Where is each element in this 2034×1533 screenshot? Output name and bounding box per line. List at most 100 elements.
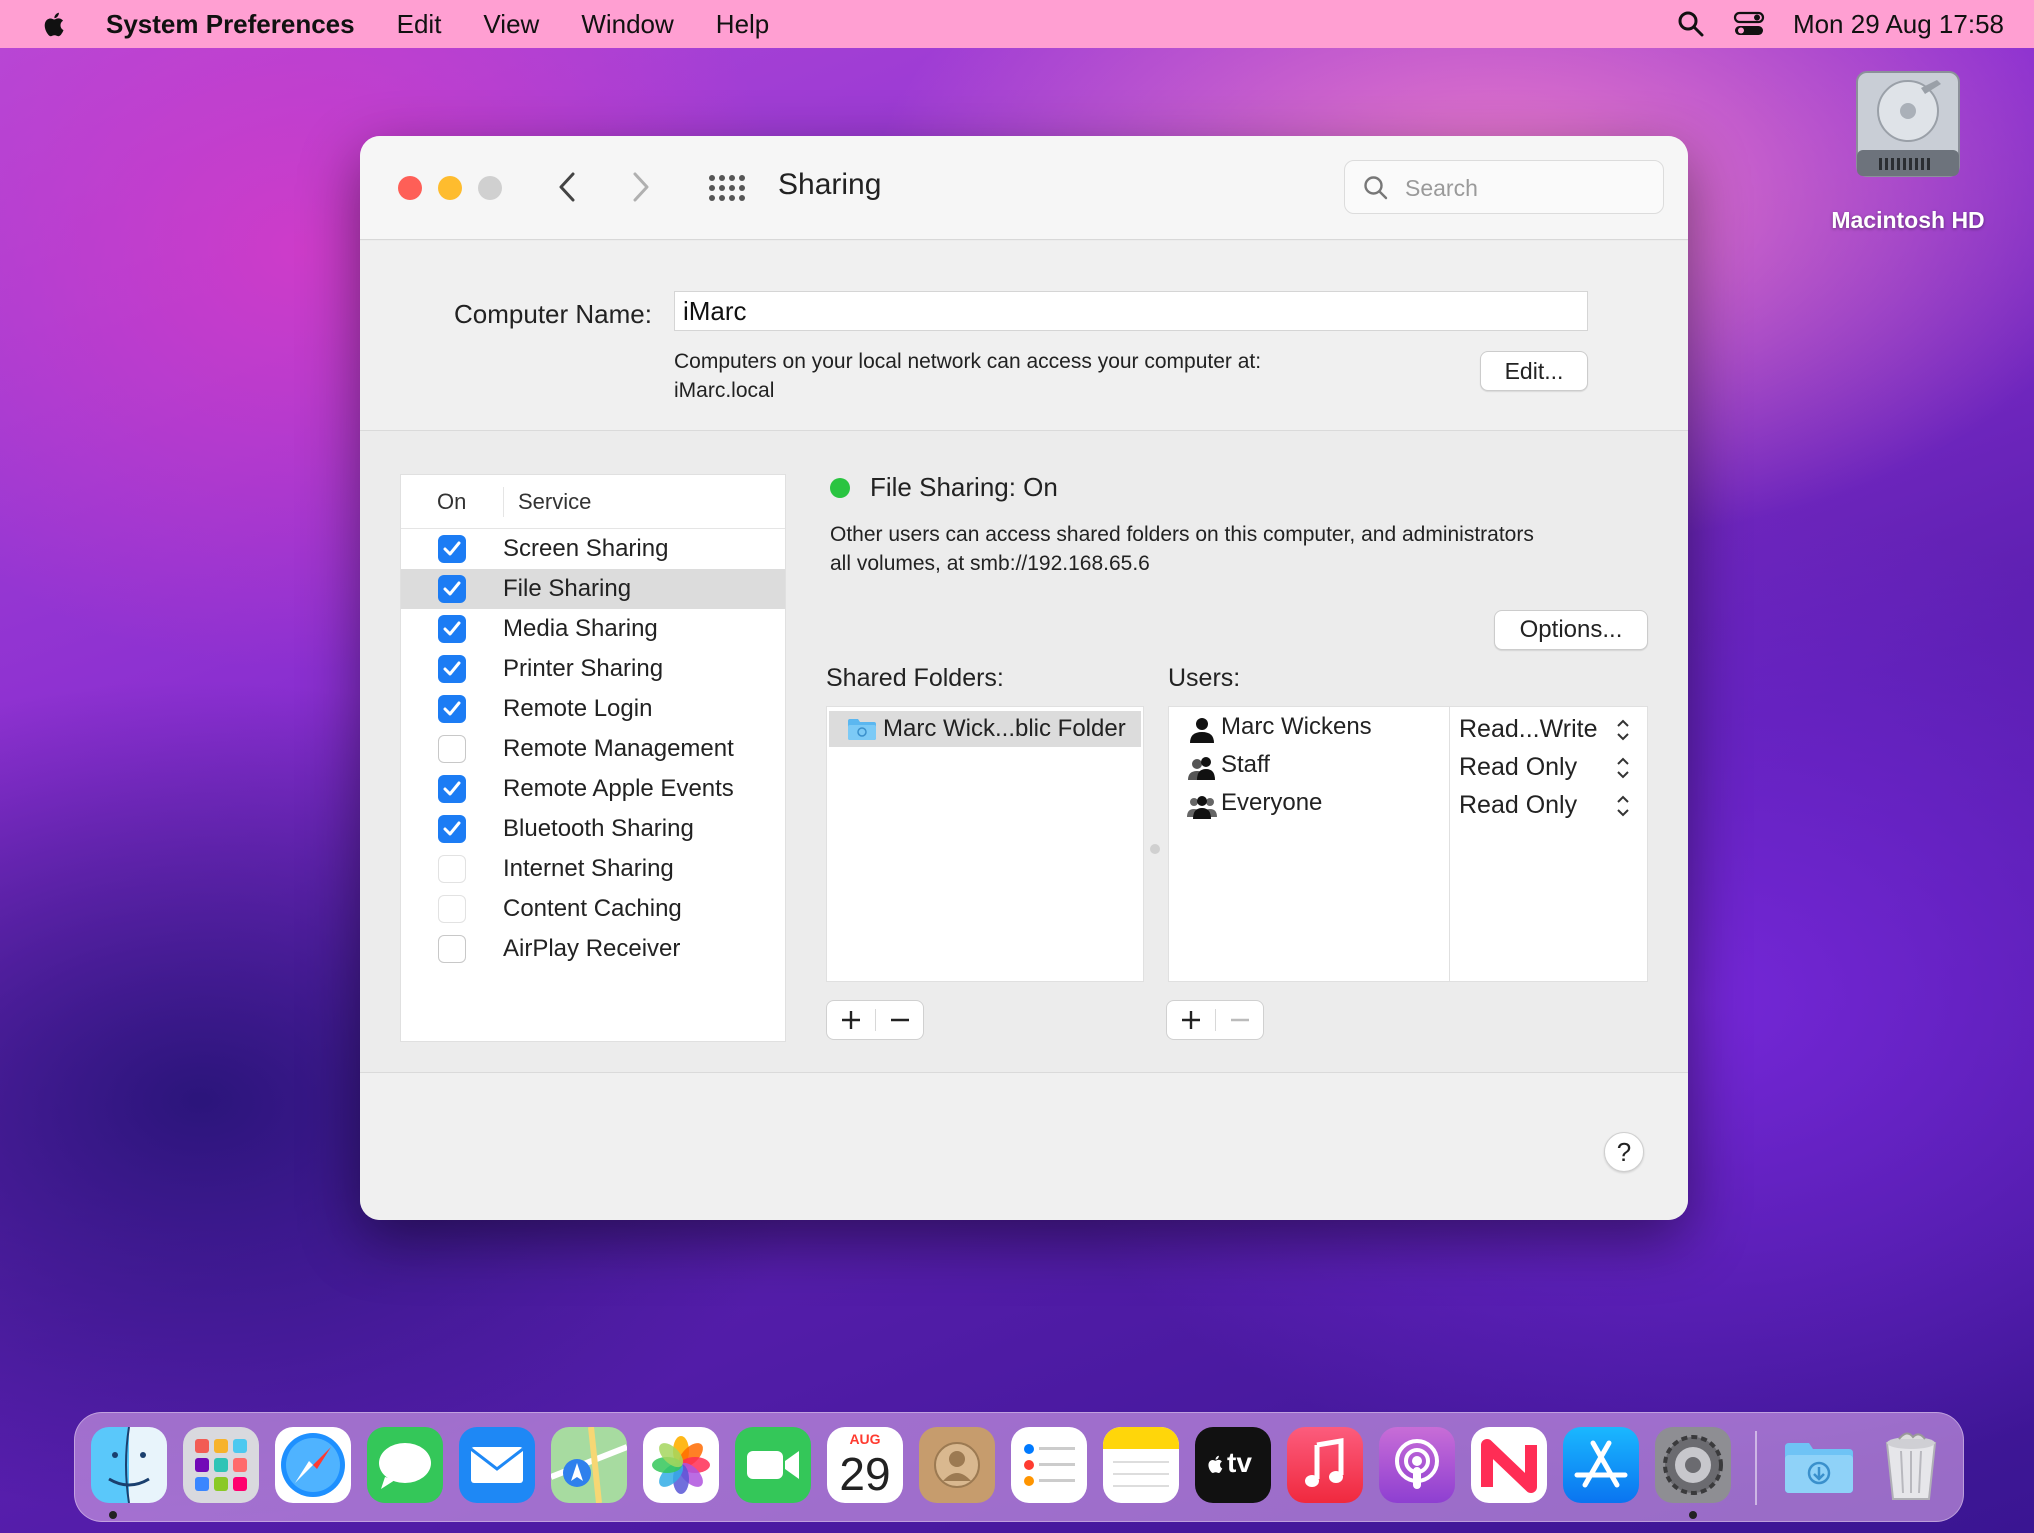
description-line-2: all volumes, at smb://192.168.65.6 xyxy=(830,552,1150,575)
edit-button[interactable]: Edit... xyxy=(1480,351,1588,391)
dock-tv[interactable]: tv xyxy=(1195,1427,1271,1503)
dock-contacts[interactable] xyxy=(919,1427,995,1503)
dock-trash[interactable] xyxy=(1873,1427,1949,1503)
service-checkbox[interactable] xyxy=(438,735,466,763)
service-list-header: On Service xyxy=(401,475,785,529)
service-checkbox[interactable] xyxy=(438,695,466,723)
permission-select[interactable]: Read Only xyxy=(1459,791,1577,820)
bottom-pane xyxy=(360,1072,1688,1220)
close-button[interactable] xyxy=(398,176,422,200)
service-label: Remote Apple Events xyxy=(503,775,734,802)
service-row[interactable]: Remote Management xyxy=(401,729,785,769)
service-row[interactable]: Internet Sharing xyxy=(401,849,785,889)
permission-select[interactable]: Read...Write xyxy=(1459,715,1597,744)
checkmark-icon xyxy=(443,781,461,796)
split-view-handle[interactable] xyxy=(1150,844,1160,854)
dock-podcasts[interactable] xyxy=(1379,1427,1455,1503)
dock-safari[interactable] xyxy=(275,1427,351,1503)
dock-music[interactable] xyxy=(1287,1427,1363,1503)
column-header-service[interactable]: Service xyxy=(504,489,591,515)
spotlight-search-icon[interactable] xyxy=(1677,10,1705,38)
service-row[interactable]: Printer Sharing xyxy=(401,649,785,689)
forward-chevron-icon[interactable] xyxy=(630,170,652,204)
dock-mail[interactable] xyxy=(459,1427,535,1503)
dock-reminders[interactable] xyxy=(1011,1427,1087,1503)
add-folder-button[interactable] xyxy=(827,1001,875,1039)
zoom-button[interactable] xyxy=(478,176,502,200)
menu-view[interactable]: View xyxy=(483,9,539,40)
service-checkbox[interactable] xyxy=(438,855,466,883)
facetime-camera-icon xyxy=(747,1451,799,1479)
service-row[interactable]: AirPlay Receiver xyxy=(401,929,785,969)
dock-launchpad[interactable] xyxy=(183,1427,259,1503)
apple-menu-icon[interactable] xyxy=(40,9,70,39)
service-row[interactable]: Remote Login xyxy=(401,689,785,729)
up-down-chevron-icon[interactable] xyxy=(1615,793,1631,819)
user-row[interactable]: Marc Wickens Read...Write xyxy=(1169,711,1649,749)
desktop-drive[interactable]: Macintosh HD xyxy=(1828,66,1988,234)
checkmark-icon xyxy=(443,821,461,836)
service-row[interactable]: Content Caching xyxy=(401,889,785,929)
menu-help[interactable]: Help xyxy=(716,9,769,40)
service-checkbox[interactable] xyxy=(438,775,466,803)
column-header-on[interactable]: On xyxy=(401,486,504,517)
service-checkbox[interactable] xyxy=(438,935,466,963)
dock-photos[interactable] xyxy=(643,1427,719,1503)
dock-messages[interactable] xyxy=(367,1427,443,1503)
menu-app-name[interactable]: System Preferences xyxy=(106,9,355,40)
address-description: Computers on your local network can acce… xyxy=(674,350,1262,373)
dock-news[interactable] xyxy=(1471,1427,1547,1503)
service-checkbox[interactable] xyxy=(438,575,466,603)
computer-name-field[interactable] xyxy=(674,291,1588,331)
service-checkbox[interactable] xyxy=(438,655,466,683)
control-center-icon[interactable] xyxy=(1733,10,1765,38)
up-down-chevron-icon[interactable] xyxy=(1615,717,1631,743)
remove-folder-button[interactable] xyxy=(876,1001,924,1039)
dock-maps[interactable] xyxy=(551,1427,627,1503)
dock-finder[interactable] xyxy=(91,1427,167,1503)
menu-window[interactable]: Window xyxy=(581,9,673,40)
user-row[interactable]: Everyone Read Only xyxy=(1169,787,1649,825)
safari-compass-icon xyxy=(281,1433,345,1497)
add-user-button[interactable] xyxy=(1167,1001,1215,1039)
menu-edit[interactable]: Edit xyxy=(397,9,442,40)
service-checkbox[interactable] xyxy=(438,815,466,843)
help-button[interactable]: ? xyxy=(1604,1132,1644,1172)
calendar-month: AUG xyxy=(849,1431,881,1447)
dock-calendar[interactable]: AUG 29 xyxy=(827,1427,903,1503)
user-name: Marc Wickens xyxy=(1221,713,1372,740)
service-label: Screen Sharing xyxy=(503,535,669,562)
service-row[interactable]: File Sharing xyxy=(401,569,785,609)
remove-user-button[interactable] xyxy=(1216,1001,1264,1039)
service-checkbox[interactable] xyxy=(438,615,466,643)
dock-downloads[interactable] xyxy=(1781,1427,1857,1503)
folder-row[interactable]: Marc Wick...blic Folder xyxy=(829,711,1141,747)
dock-system-preferences[interactable] xyxy=(1655,1427,1731,1503)
dock-facetime[interactable] xyxy=(735,1427,811,1503)
dock-notes[interactable] xyxy=(1103,1427,1179,1503)
dock-app-store[interactable] xyxy=(1563,1427,1639,1503)
user-name: Staff xyxy=(1221,751,1270,778)
minimize-button[interactable] xyxy=(438,176,462,200)
service-label: Remote Login xyxy=(503,695,653,722)
show-all-grid-icon[interactable] xyxy=(708,174,746,202)
checkmark-icon xyxy=(443,541,461,556)
local-address-text: Computers on your local network can acce… xyxy=(674,347,1261,405)
service-row[interactable]: Remote Apple Events xyxy=(401,769,785,809)
service-row[interactable]: Screen Sharing xyxy=(401,529,785,569)
service-label: AirPlay Receiver xyxy=(503,935,681,962)
search-input[interactable] xyxy=(1405,171,1645,205)
back-chevron-icon[interactable] xyxy=(556,170,578,204)
search-field[interactable] xyxy=(1344,160,1664,214)
service-row[interactable]: Bluetooth Sharing xyxy=(401,809,785,849)
service-checkbox[interactable] xyxy=(438,895,466,923)
service-checkbox[interactable] xyxy=(438,535,466,563)
permission-select[interactable]: Read Only xyxy=(1459,753,1577,782)
options-button[interactable]: Options... xyxy=(1494,610,1648,650)
service-row[interactable]: Media Sharing xyxy=(401,609,785,649)
group-icon xyxy=(1188,757,1215,780)
checkmark-icon xyxy=(443,581,461,596)
user-row[interactable]: Staff Read Only xyxy=(1169,749,1649,787)
up-down-chevron-icon[interactable] xyxy=(1615,755,1631,781)
menu-clock[interactable]: Mon 29 Aug 17:58 xyxy=(1793,9,2004,40)
